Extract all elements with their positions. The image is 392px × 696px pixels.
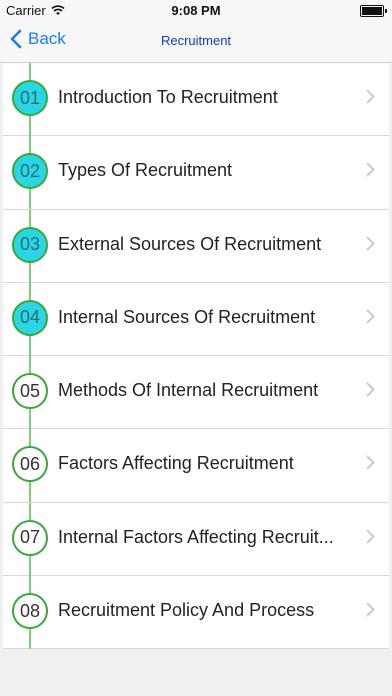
chevron-right-icon (366, 602, 375, 617)
item-number-badge: 07 (12, 519, 48, 556)
chevron-right-icon (366, 236, 375, 250)
item-label: Internal Sources Of Recruitment (58, 306, 316, 327)
item-label: Recruitment Policy And Process (58, 600, 315, 621)
navigation-bar: Back Recruitment (0, 22, 392, 63)
item-number-badge: 02 (12, 153, 48, 190)
page-title: Recruitment (160, 33, 232, 48)
chevron-right-icon (366, 309, 375, 324)
battery-icon (360, 5, 387, 17)
item-number-badge: 06 (12, 446, 48, 483)
list-item[interactable]: 05 Methods Of Internal Recruitment (3, 356, 389, 430)
item-label: Factors Affecting Recruitment (58, 453, 294, 474)
status-time: 9:08 PM (171, 3, 221, 18)
list-item[interactable]: 04 Internal Sources Of Recruitment (3, 282, 389, 357)
item-label: External Sources Of Recruitment (58, 233, 322, 254)
item-label: Types Of Recruitment (58, 160, 233, 181)
item-label: Methods Of Internal Recruitment (58, 380, 319, 401)
list-item[interactable]: 06 Factors Affecting Recruitment (3, 429, 389, 503)
status-bar: Carrier 9:08 PM (0, 0, 392, 22)
list-item[interactable]: 03 External Sources Of Recruitment (3, 209, 389, 283)
chevron-right-icon (366, 382, 375, 397)
chevron-right-icon (366, 456, 375, 470)
item-number-badge: 03 (12, 226, 48, 263)
chevron-right-icon (366, 529, 375, 544)
topic-list: 01 Introduction To Recruitment 02 Types Of … (0, 63, 392, 650)
list-item[interactable]: 02 Types Of Recruitment (3, 136, 389, 210)
list-item[interactable]: 08 Recruitment Policy And Process (3, 576, 389, 650)
item-number-badge: 08 (12, 593, 48, 630)
item-label: Internal Factors Affecting Recruit... (58, 526, 334, 547)
list-item[interactable]: 01 Introduction To Recruitment (3, 63, 389, 137)
item-label: Introduction To Recruitment (58, 87, 278, 107)
chevron-right-icon (366, 162, 375, 177)
item-number-badge: 04 (12, 299, 48, 336)
item-number-badge: 05 (12, 373, 48, 410)
list-item[interactable]: 07 Internal Factors Affecting Recruit... (3, 502, 389, 577)
item-number-badge: 01 (12, 80, 48, 116)
chevron-right-icon (366, 89, 375, 104)
